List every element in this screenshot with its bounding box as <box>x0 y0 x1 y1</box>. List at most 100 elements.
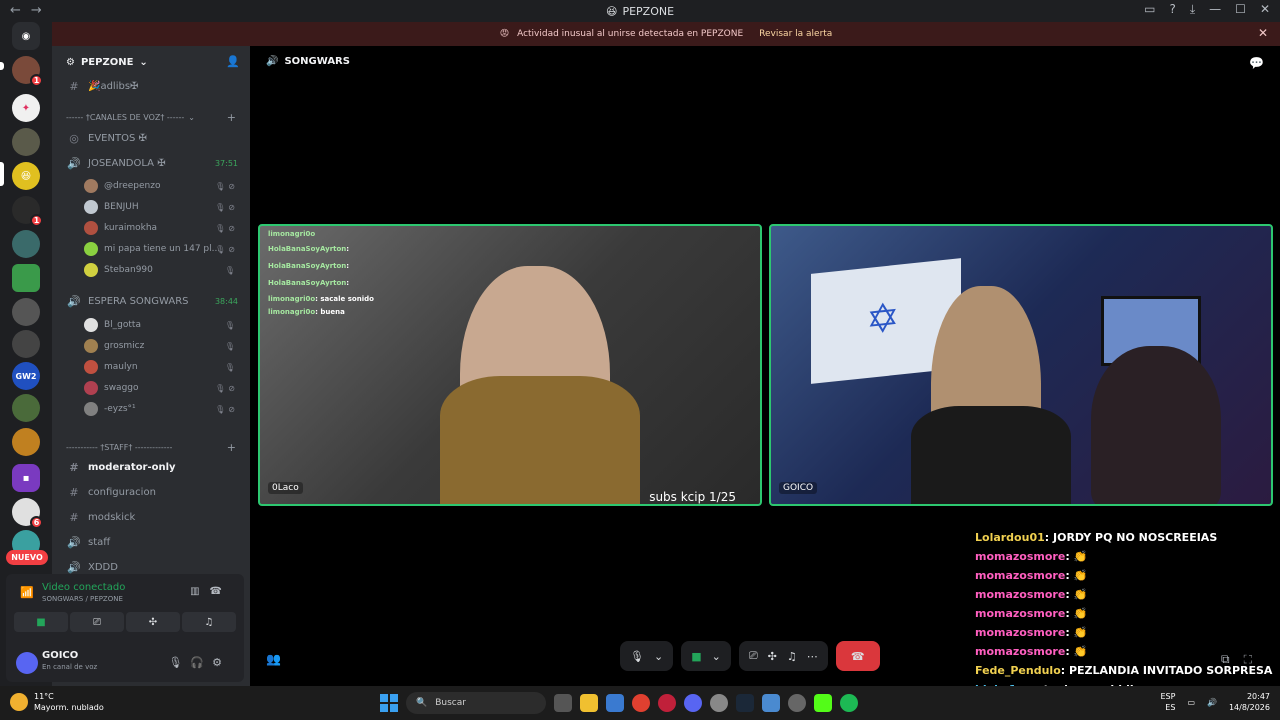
server-icon[interactable]: 1 <box>12 56 43 87</box>
avatar[interactable] <box>16 652 38 674</box>
voice-user[interactable]: -eyzs°¹ 🎙⊘ <box>84 402 250 416</box>
weather-widget[interactable]: 11°C Mayorm. nublado <box>10 691 104 713</box>
chat-bubble-icon[interactable]: 💬 <box>1249 56 1264 70</box>
app-icon[interactable] <box>788 694 806 712</box>
notepad-icon[interactable] <box>762 694 780 712</box>
camera-toggle-button[interactable]: ■ ⌄ <box>681 641 731 671</box>
category-staff[interactable]: ----------- †STAFF† ------------- + <box>52 440 250 454</box>
invite-icon[interactable]: 👥 <box>266 652 281 666</box>
voice-location[interactable]: SONGWARS / PEPZONE <box>42 595 123 603</box>
disconnect-icon[interactable]: ☎ <box>210 586 232 597</box>
voice-user[interactable]: maulyn 🎙 <box>84 360 250 374</box>
category-voice[interactable]: ------ †CANALES DE VOZ† ------ ⌄ + <box>52 110 250 124</box>
camera-button[interactable]: ■ <box>14 612 68 632</box>
voice-channel-espera[interactable]: 🔊 ESPERA SONGWARS 38:44 <box>52 292 250 310</box>
server-icon[interactable] <box>12 264 40 292</box>
opera-icon[interactable] <box>658 694 676 712</box>
more-icon[interactable]: ⋯ <box>807 650 818 663</box>
server-icon[interactable] <box>12 298 40 326</box>
channel-moderator-only[interactable]: # moderator-only <box>52 459 250 475</box>
file-explorer-icon[interactable] <box>580 694 598 712</box>
minimize-icon[interactable]: — <box>1209 2 1221 17</box>
steam-icon[interactable] <box>736 694 754 712</box>
avatar <box>84 339 98 353</box>
server-icon[interactable]: ✦ <box>12 94 40 122</box>
maximize-icon[interactable]: ☐ <box>1235 2 1246 17</box>
server-icon[interactable] <box>12 428 40 456</box>
headphones-icon[interactable]: 🎧 <box>190 656 212 669</box>
server-icon[interactable]: 😆 <box>12 162 40 190</box>
current-username[interactable]: GOICO <box>42 650 78 661</box>
disconnect-button[interactable]: ☎ <box>835 641 880 671</box>
signal-icon[interactable]: 📶 <box>20 586 34 599</box>
add-member-icon[interactable]: 👤 <box>226 55 240 68</box>
soundboard-button[interactable]: ♫ <box>182 612 236 632</box>
activities-icon[interactable]: ✣ <box>768 650 777 663</box>
add-channel-icon[interactable]: + <box>227 441 236 454</box>
voice-channel-joseandola[interactable]: 🔊 JOSEANDOLA ✠ 37:51 <box>52 154 250 172</box>
back-arrow-icon[interactable]: ← <box>10 3 21 18</box>
spotify-icon[interactable] <box>840 694 858 712</box>
language-indicator[interactable]: ESP ES <box>1160 691 1175 713</box>
server-icon[interactable]: 1 <box>12 196 43 227</box>
mute-button[interactable]: 🎙 ⌄ <box>620 641 674 671</box>
close-icon[interactable]: ✕ <box>1258 26 1268 40</box>
voice-user[interactable]: kuraimokha 🎙⊘ <box>84 221 250 235</box>
server-header[interactable]: ⚙ PEPZONE ⌄ 👤 <box>52 46 250 78</box>
windows-start-icon[interactable] <box>380 694 398 712</box>
noise-suppression-icon[interactable]: ▥ <box>190 586 209 597</box>
video-tile[interactable]: limonagri0o HolaBanaSoyAyrton: HolaBanaS… <box>258 224 762 506</box>
channel-label: XDDD <box>88 561 118 573</box>
microphone-icon[interactable]: 🎙 <box>168 656 190 669</box>
server-icon[interactable]: GW2 <box>12 362 40 390</box>
voice-user[interactable]: mi papa tiene un 147 pl... 🎙⊘ <box>84 242 250 256</box>
server-icon[interactable] <box>12 230 40 258</box>
discord-home-icon[interactable]: ◉ <box>12 22 40 50</box>
channel-modskick[interactable]: # modskick <box>52 509 250 525</box>
discord-icon[interactable] <box>684 694 702 712</box>
channel-configuracion[interactable]: # configuracion <box>52 484 250 500</box>
voice-user[interactable]: swaggo 🎙⊘ <box>84 381 250 395</box>
voice-user[interactable]: BENJUH 🎙⊘ <box>84 200 250 214</box>
voice-user[interactable]: Bl_gotta 🎙 <box>84 318 250 332</box>
review-alert-link[interactable]: Revisar la alerta <box>759 29 832 39</box>
task-view-icon[interactable] <box>554 694 572 712</box>
share-tools-group: ⎚ ✣ ♫ ⋯ <box>738 641 828 671</box>
screen-share-button[interactable]: ⎚ <box>70 612 124 632</box>
forward-arrow-icon[interactable]: → <box>31 3 42 18</box>
download-icon[interactable]: ⤓ <box>1190 2 1195 17</box>
weather-cloud-icon <box>10 693 28 711</box>
folder-icon[interactable]: ▪ <box>12 464 40 492</box>
store-icon[interactable] <box>606 694 624 712</box>
close-window-icon[interactable]: ✕ <box>1260 2 1270 17</box>
settings-gear-icon[interactable] <box>710 694 728 712</box>
voice-status[interactable]: Video conectado <box>42 582 125 593</box>
help-icon[interactable]: ? <box>1169 2 1175 17</box>
volume-icon[interactable]: 🔊 <box>1207 698 1217 707</box>
server-icon[interactable] <box>12 330 40 358</box>
soundboard-icon[interactable]: ♫ <box>787 650 797 663</box>
voice-channel-staff[interactable]: 🔊 staff <box>52 534 250 550</box>
screen-share-icon[interactable]: ⎚ <box>749 649 758 663</box>
taskbar-search[interactable]: 🔍 Buscar <box>406 692 546 714</box>
voice-channel-xddd[interactable]: 🔊 XDDD <box>52 559 250 575</box>
server-icon[interactable]: 6 <box>12 498 43 529</box>
clock[interactable]: 20:47 14/8/2026 <box>1229 691 1270 713</box>
voice-user[interactable]: @dreepenzo 🎙⊘ <box>84 179 250 193</box>
hash-icon: # <box>69 460 79 474</box>
voice-user[interactable]: grosmicz 🎙 <box>84 339 250 353</box>
chrome-icon[interactable] <box>632 694 650 712</box>
network-icon[interactable]: ▭ <box>1187 698 1195 707</box>
channel-adlibs[interactable]: # 🎉adlibs✠ <box>52 78 250 94</box>
video-tile[interactable]: ✡ GOICO <box>769 224 1273 506</box>
voice-channel-eventos[interactable]: ◎ EVENTOS ✠ <box>52 129 250 147</box>
activities-button[interactable]: ✣ <box>126 612 180 632</box>
username: mi papa tiene un 147 pl... <box>104 244 221 254</box>
inbox-icon[interactable]: ▭ <box>1144 2 1155 17</box>
server-icon[interactable] <box>12 128 40 156</box>
voice-user[interactable]: Steban990 🎙 <box>84 263 250 277</box>
kick-icon[interactable] <box>814 694 832 712</box>
server-icon[interactable] <box>12 394 40 422</box>
add-channel-icon[interactable]: + <box>227 111 236 124</box>
settings-gear-icon[interactable]: ⚙ <box>212 656 230 669</box>
